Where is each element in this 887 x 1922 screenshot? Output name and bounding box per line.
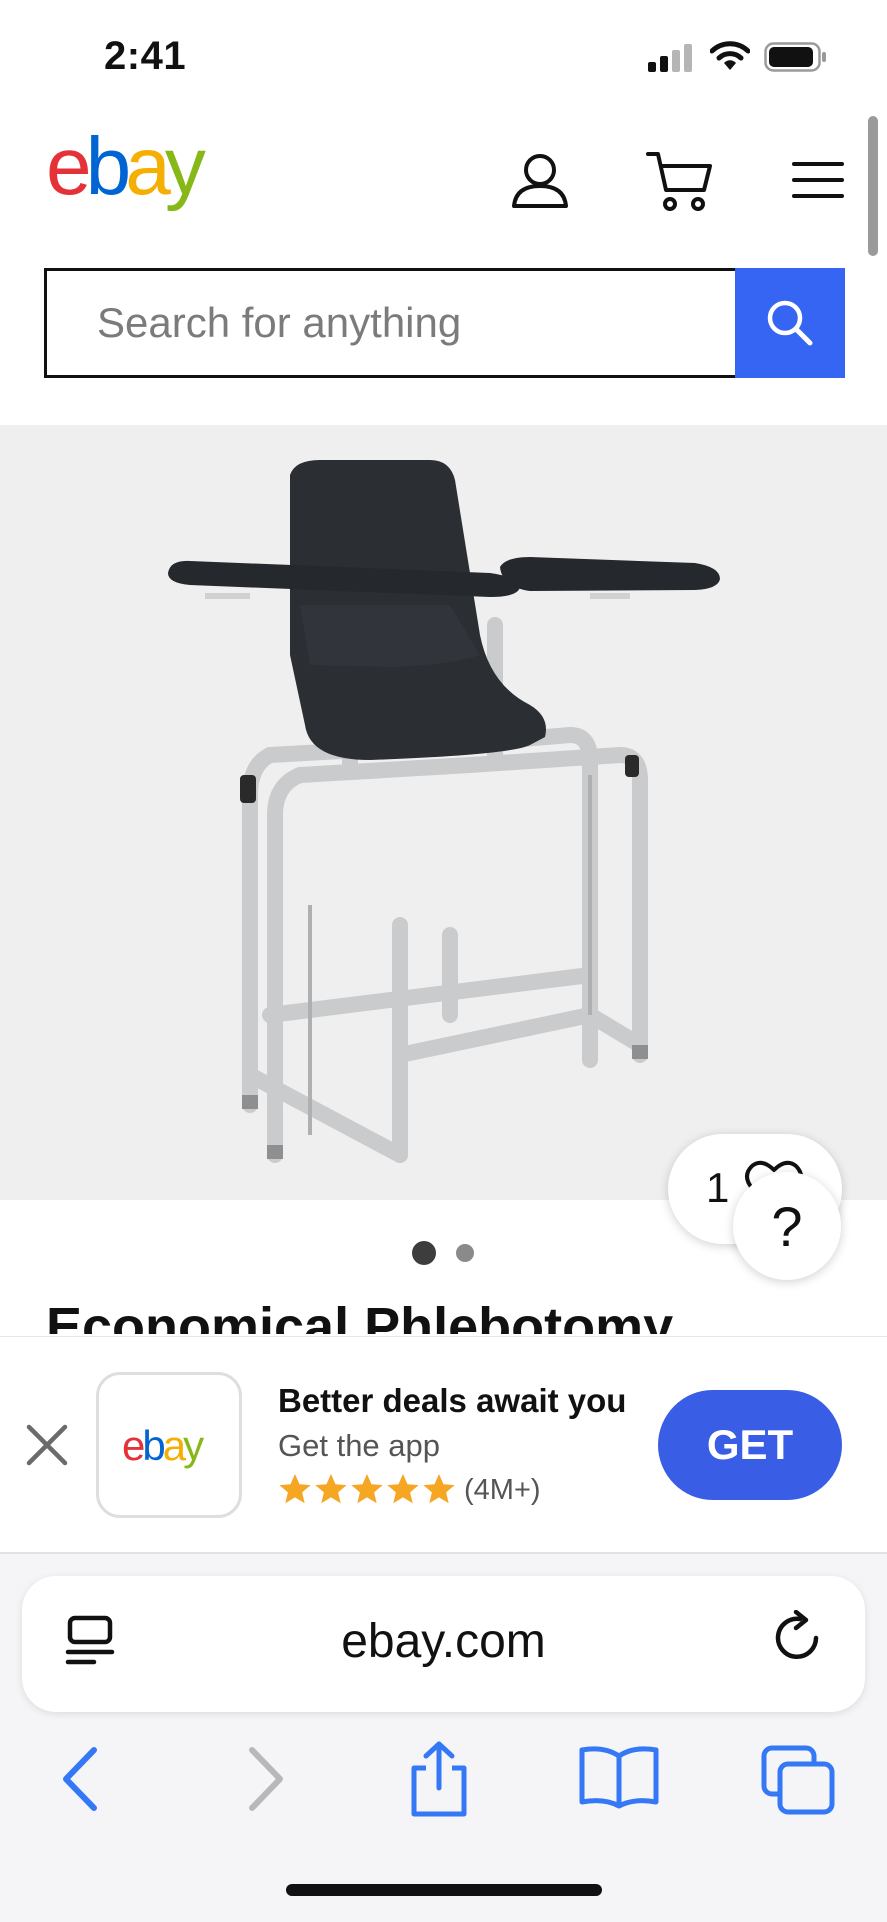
- star-icon: [315, 1474, 347, 1504]
- url-text[interactable]: ebay.com: [0, 1614, 887, 1669]
- search-icon: [767, 300, 813, 346]
- banner-title: Better deals await you: [278, 1382, 627, 1419]
- svg-text:ebay: ebay: [122, 1422, 204, 1469]
- search-bar: [44, 268, 736, 378]
- watch-count: 1: [706, 1164, 730, 1211]
- reload-icon[interactable]: [770, 1610, 826, 1668]
- home-indicator: [286, 1884, 602, 1896]
- forward-icon[interactable]: [244, 1744, 288, 1814]
- wifi-icon: [710, 41, 750, 70]
- product-title-container: Economical Phlebotomy: [0, 1290, 887, 1334]
- cellular-signal-icon: [648, 44, 692, 72]
- close-icon[interactable]: [24, 1422, 70, 1468]
- ebay-logo[interactable]: ebay: [46, 128, 226, 218]
- status-time: 2:41: [104, 34, 187, 78]
- page-scrollbar[interactable]: [868, 116, 878, 256]
- ebay-app-logo: ebay: [122, 1422, 207, 1469]
- get-app-button[interactable]: GET: [658, 1390, 842, 1500]
- user-icon[interactable]: [510, 150, 570, 210]
- rating-stars: [278, 1472, 456, 1506]
- svg-text:ebay: ebay: [46, 128, 206, 212]
- battery-icon: [764, 42, 826, 72]
- star-icon: [351, 1474, 383, 1504]
- star-icon: [423, 1474, 455, 1504]
- hamburger-menu-icon[interactable]: [790, 160, 846, 200]
- banner-subtitle: Get the app: [278, 1428, 441, 1463]
- tabs-icon[interactable]: [760, 1744, 836, 1816]
- share-icon[interactable]: [406, 1740, 472, 1818]
- product-image-chair[interactable]: [150, 455, 730, 1175]
- bookmarks-icon[interactable]: [578, 1744, 660, 1810]
- search-input[interactable]: [47, 270, 736, 376]
- carousel-dot-2[interactable]: [456, 1244, 474, 1262]
- star-icon: [387, 1474, 419, 1504]
- carousel-dot-1[interactable]: [412, 1241, 436, 1265]
- cart-icon[interactable]: [646, 150, 712, 212]
- back-icon[interactable]: [58, 1744, 102, 1814]
- star-icon: [279, 1474, 311, 1504]
- help-button[interactable]: ?: [733, 1172, 841, 1280]
- rating-count: (4M+): [464, 1474, 541, 1506]
- product-title: Economical Phlebotomy: [46, 1297, 674, 1334]
- search-button[interactable]: [735, 268, 845, 378]
